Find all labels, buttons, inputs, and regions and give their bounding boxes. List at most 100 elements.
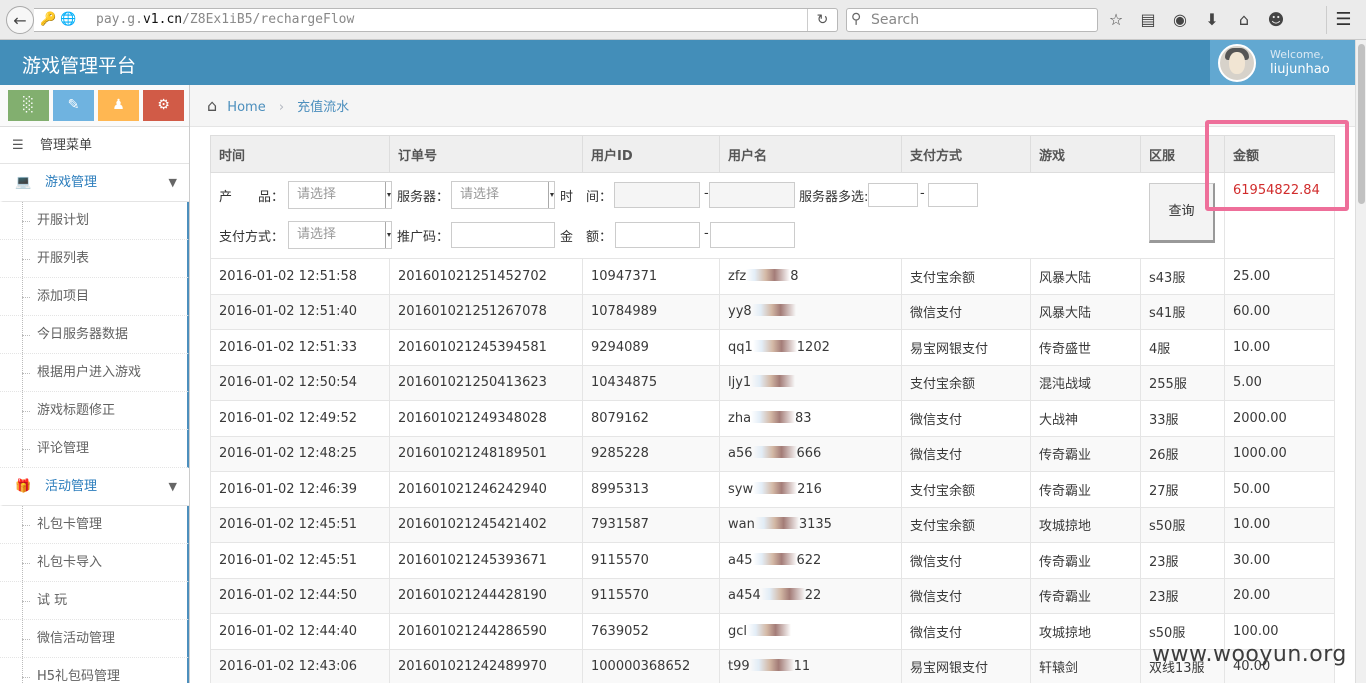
username-start: qq1 [728,339,753,355]
sidebar-item[interactable]: 礼包卡导入 [0,544,189,582]
cell-username: zfz 8 [719,258,902,295]
pencil-icon[interactable]: ✎ [53,90,94,121]
redaction-blur [751,375,796,388]
cell-username: a56 666 [719,435,902,472]
query-button[interactable]: 查询 [1149,183,1215,243]
cell-game: 传奇盛世 [1030,329,1141,366]
amount-label: 金 额： [560,230,613,245]
site-identity-icon[interactable]: 🔑 🌐 [40,12,77,27]
amount-min-input[interactable] [615,222,700,248]
product-select[interactable]: 请选择 [288,181,392,209]
cell-amount: 50.00 [1224,471,1335,508]
cell-pay-method: 微信支付 [901,293,1031,330]
gift-icon: 🎁 [15,479,32,494]
cell-time: 2016-01-02 12:44:40 [210,613,390,650]
sidebar-item[interactable]: 开服计划 [0,202,189,240]
cell-order-id: 201601021246242940 [389,471,583,508]
home-icon: ⌂ [207,96,218,115]
browser-search-input[interactable]: ⚲ Search [846,8,1098,32]
cell-game: 传奇霸业 [1030,435,1141,472]
time-start-input[interactable] [614,182,700,208]
sidebar-group-activity[interactable]: 🎁 活动管理 ▼ [0,468,189,506]
pay-method-select[interactable]: 请选择 [288,221,392,249]
table-row: 2016-01-02 12:51:40 201601021251267078 107… [210,293,1335,330]
cell-pay-method: 支付宝余额 [901,364,1031,401]
sidebar-item[interactable]: 微信活动管理 [0,620,189,658]
chat-icon[interactable]: ☻ [1264,8,1288,32]
promo-code-input[interactable] [451,222,555,248]
scroll-thumb[interactable] [1358,44,1365,204]
username-end: 666 [796,446,822,462]
username-start: syw [728,481,754,497]
username-end: 11 [793,659,811,675]
cell-amount: 20.00 [1224,577,1335,614]
filter-panel: 产 品： 请选择 服务器： 请选择 时 间： - 服务器多选: - 支付方式： … [210,172,1225,259]
sidebar-item[interactable]: 根据用户进入游戏 [0,354,189,392]
redaction-blur [752,552,797,565]
server-select[interactable]: 请选择 [451,181,555,209]
hamburger-menu-icon[interactable]: ☰ [1326,6,1360,34]
pocket-icon[interactable]: ◉ [1168,8,1192,32]
home-icon[interactable]: ⌂ [1232,8,1256,32]
cell-zone: 33服 [1140,400,1225,437]
back-arrow-icon[interactable]: ← [6,6,34,34]
server-multi-end-input[interactable] [928,183,978,207]
amount-max-input[interactable] [710,222,795,248]
main-content: ⌂ Home › 充值流水 时间 订单号 用户ID 用户名 支付方式 游戏 区服… [190,85,1355,683]
sidebar-item[interactable]: 游戏标题修正 [0,392,189,430]
download-icon[interactable]: ⬇ [1200,8,1224,32]
reload-icon[interactable]: ↻ [807,9,837,31]
bookmark-star-icon[interactable]: ☆ [1104,8,1128,32]
range-dash: - [704,226,709,241]
cell-pay-method: 支付宝余额 [901,471,1031,508]
breadcrumb-current[interactable]: 充值流水 [297,100,349,115]
promo-code-label: 推广码： [397,230,450,245]
users-icon[interactable]: ♟ [98,90,139,121]
address-bar[interactable]: 🔑 🌐 pay.g.v1.cn/Z8Ex1iB5/rechargeFlow ↻ [34,8,838,32]
col-header: 订单号 [389,135,583,173]
sidebar: ░ ✎ ♟ ⚙ ☰ 管理菜单 💻 游戏管理 ▼ 开服计划 开服列表 添加项目 今日服… [0,85,190,683]
desktop-icon: 💻 [15,175,32,190]
redaction-blur [753,481,798,494]
cell-order-id: 201601021245394581 [389,329,583,366]
server-multi-start-input[interactable] [868,183,918,207]
watermark: www.wooyun.org [1152,642,1347,667]
time-label: 时 间： [560,190,613,205]
server-select-value: 请选择 [460,187,500,202]
cell-user-id: 9115570 [582,542,720,579]
cell-username: ljy1 [719,364,902,401]
cogs-icon[interactable]: ⚙ [143,90,184,121]
sidebar-item[interactable]: 添加项目 [0,278,189,316]
table-row: 2016-01-02 12:46:39 201601021246242940 899… [210,471,1335,508]
sidebar-item[interactable]: 开服列表 [0,240,189,278]
sidebar-item[interactable]: 评论管理 [0,430,189,468]
sidebar-item[interactable]: 礼包卡管理 [0,506,189,544]
time-end-input[interactable] [709,182,795,208]
cell-amount: 10.00 [1224,506,1335,543]
shortcut-buttons: ░ ✎ ♟ ⚙ [0,85,189,127]
cell-amount: 30.00 [1224,542,1335,579]
reading-list-icon[interactable]: ▤ [1136,8,1160,32]
cell-order-id: 201601021248189501 [389,435,583,472]
page-scrollbar[interactable] [1355,40,1366,683]
sidebar-group-game[interactable]: 💻 游戏管理 ▼ [0,164,189,202]
cell-pay-method: 易宝网银支付 [901,648,1031,683]
signal-chart-icon[interactable]: ░ [8,90,49,121]
cell-time: 2016-01-02 12:44:50 [210,577,390,614]
table-row: 2016-01-02 12:49:52 201601021249348028 807… [210,400,1335,437]
cell-time: 2016-01-02 12:45:51 [210,506,390,543]
sidebar-item[interactable]: H5礼包码管理 [0,658,189,683]
breadcrumb-home[interactable]: Home [227,100,265,115]
url-text: pay.g.v1.cn/Z8Ex1iB5/rechargeFlow [96,12,355,27]
user-menu[interactable]: Welcome, liujunhao [1210,40,1355,85]
col-header: 金额 [1224,135,1335,173]
cell-game: 大战神 [1030,400,1141,437]
cell-username: t99 11 [719,648,902,683]
sidebar-item[interactable]: 试 玩 [0,582,189,620]
cell-game: 混沌战域 [1030,364,1141,401]
cell-pay-method: 微信支付 [901,542,1031,579]
sidebar-item[interactable]: 今日服务器数据 [0,316,189,354]
product-label: 产 品： [219,190,285,205]
username-start: wan [728,517,755,533]
cell-pay-method: 支付宝余额 [901,258,1031,295]
